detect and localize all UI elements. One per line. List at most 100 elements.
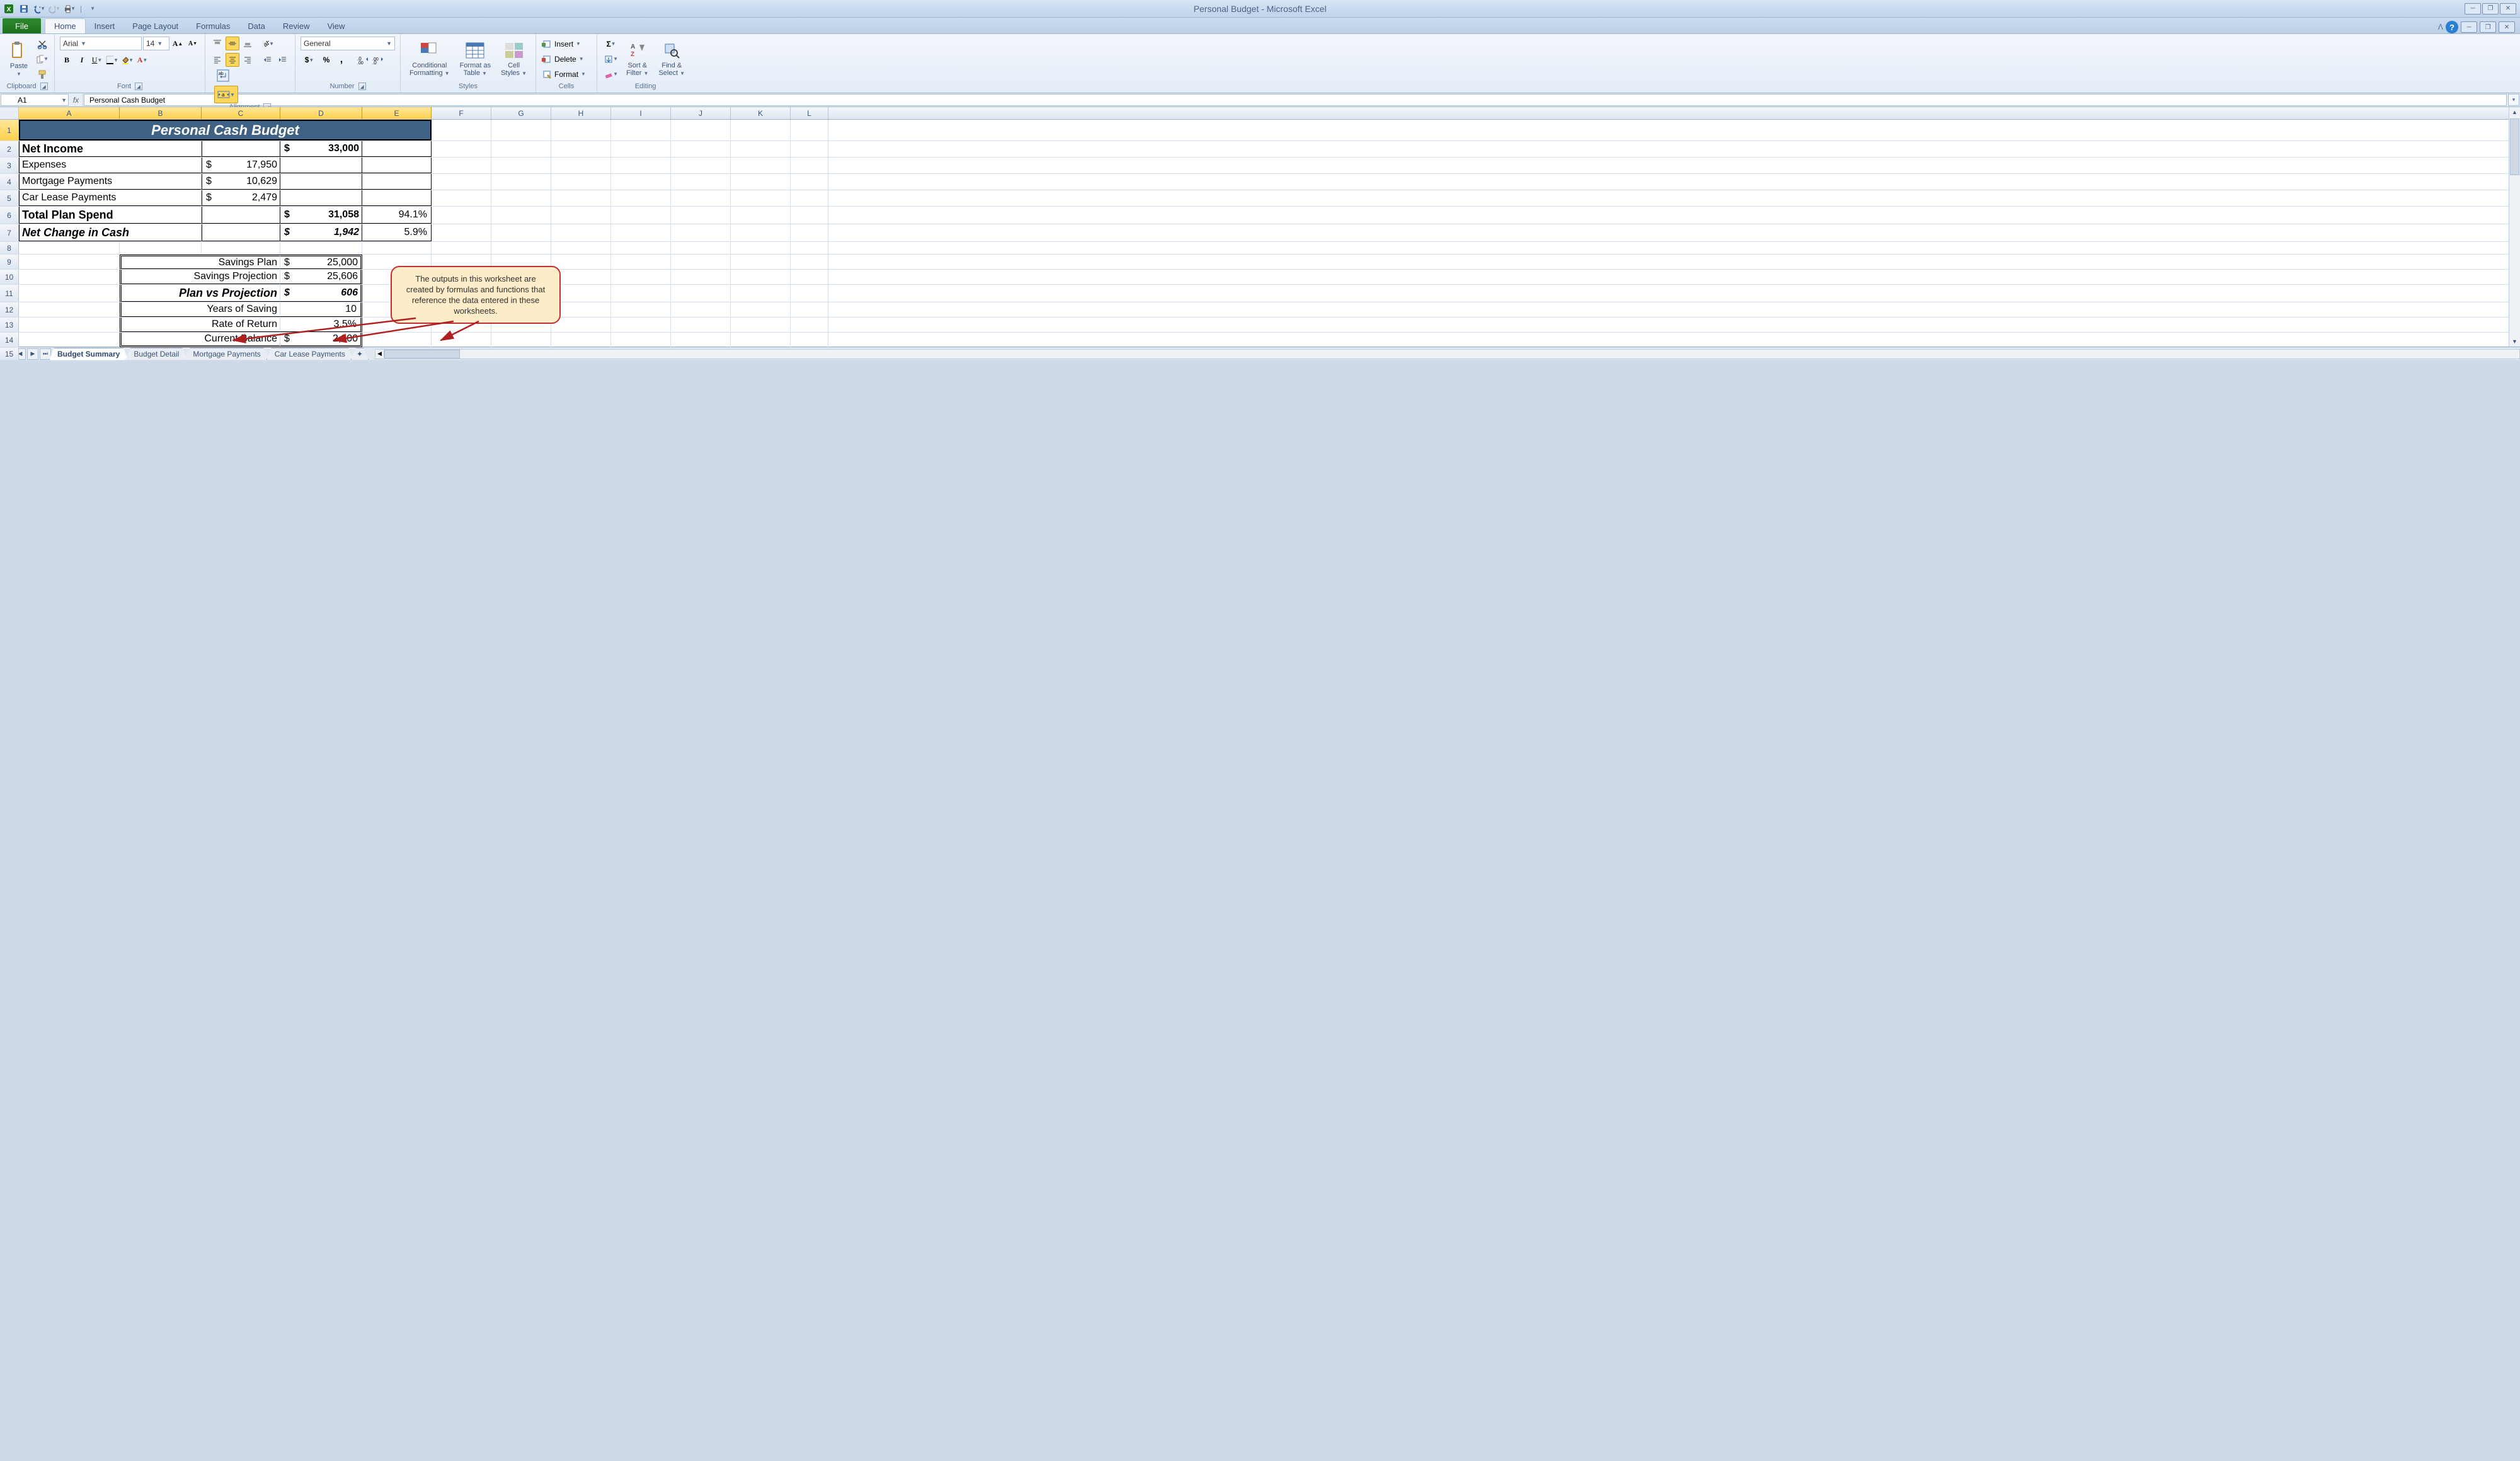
cell[interactable]: Net Income [19,141,202,157]
cell[interactable] [362,270,432,284]
cell[interactable]: Years of Saving [120,302,280,317]
number-launcher[interactable]: ◢ [358,83,366,90]
cell[interactable] [791,255,828,269]
cell[interactable] [611,302,671,317]
cell[interactable] [731,242,791,254]
copy-icon[interactable]: ▼ [35,52,49,66]
cell[interactable] [611,158,671,173]
cell[interactable] [432,242,491,254]
col-header-d[interactable]: D [280,107,362,119]
cell[interactable] [611,207,671,224]
vertical-scrollbar[interactable]: ▲ ▼ [2509,107,2520,347]
row-header-8[interactable]: 8 [0,242,19,254]
cell[interactable] [202,141,280,157]
cell[interactable]: $25,000 [280,255,362,269]
cell[interactable] [611,285,671,302]
cell[interactable] [19,302,120,317]
cell[interactable] [19,242,120,254]
cell[interactable] [551,158,611,173]
decrease-indent-icon[interactable] [261,53,275,67]
cell[interactable] [280,190,362,206]
cell[interactable] [791,242,828,254]
row-header-5[interactable]: 5 [0,190,19,206]
cell[interactable] [611,174,671,190]
cell[interactable]: 10 [280,302,362,317]
cell[interactable] [432,255,491,269]
cell[interactable] [432,270,491,284]
cell[interactable] [280,174,362,190]
cell[interactable] [791,302,828,317]
cell[interactable] [491,270,551,284]
excel-icon[interactable]: X [3,3,15,15]
row-header-14[interactable]: 14 [0,333,19,347]
cell[interactable]: Car Lease Payments [19,190,202,206]
cell[interactable] [491,224,551,241]
bold-button[interactable]: B [60,53,74,67]
wrap-text-button[interactable]: ab [214,67,232,84]
tab-insert[interactable]: Insert [86,18,124,33]
tab-home[interactable]: Home [45,18,86,33]
tab-data[interactable]: Data [239,18,273,33]
cell[interactable] [551,120,611,140]
redo-icon[interactable]: ▼ [48,3,60,15]
qat-customize-icon[interactable]: ▼ [86,3,99,15]
cell[interactable] [19,333,120,347]
cell[interactable] [491,285,551,302]
fill-button[interactable]: ▼ [602,52,620,66]
accounting-format-icon[interactable]: $▼ [301,53,318,67]
cell[interactable]: $25,606 [280,270,362,284]
decrease-decimal-icon[interactable]: .00.0 [371,53,385,67]
cell[interactable] [491,255,551,269]
cell[interactable] [362,242,432,254]
align-center-icon[interactable] [226,53,239,67]
cell[interactable] [362,174,432,190]
cell[interactable] [731,141,791,157]
cell[interactable] [671,302,731,317]
clipboard-launcher[interactable]: ◢ [40,83,48,90]
cell[interactable] [551,285,611,302]
cell[interactable] [491,174,551,190]
cell[interactable] [731,120,791,140]
cell[interactable] [432,190,491,206]
cell[interactable] [791,270,828,284]
row-header-2[interactable]: 2 [0,141,19,157]
cell[interactable] [551,302,611,317]
cell[interactable] [491,190,551,206]
tab-page-layout[interactable]: Page Layout [123,18,187,33]
merge-center-button[interactable]: a▼ [214,86,238,103]
cell[interactable] [432,318,491,332]
cell[interactable] [362,190,432,206]
sheet-tab-budget-detail[interactable]: Budget Detail [125,348,187,360]
cell[interactable]: $31,058 [280,207,362,224]
cell[interactable] [611,333,671,347]
cell[interactable] [491,158,551,173]
sheet-tab-car-lease-payments[interactable]: Car Lease Payments [266,348,353,360]
find-select-button[interactable]: Find & Select ▼ [655,39,689,79]
cell[interactable] [731,174,791,190]
tab-review[interactable]: Review [274,18,319,33]
formula-expand[interactable]: ▾ [2508,94,2519,106]
cell[interactable] [551,190,611,206]
cell[interactable] [432,158,491,173]
cell[interactable]: $1,942 [280,224,362,241]
cell[interactable] [551,318,611,332]
cell[interactable] [671,224,731,241]
cell[interactable] [432,141,491,157]
cell[interactable]: 5.9% [362,224,432,241]
tab-view[interactable]: View [318,18,353,33]
cell[interactable] [551,174,611,190]
cell[interactable] [611,255,671,269]
row-header-7[interactable]: 7 [0,224,19,241]
cell[interactable] [491,302,551,317]
cell[interactable] [120,242,202,254]
conditional-formatting-button[interactable]: Conditional Formatting ▼ [406,39,454,79]
insert-cells-button[interactable]: Insert▼ [541,37,592,51]
select-all-corner[interactable] [0,107,19,119]
cell[interactable] [611,270,671,284]
delete-cells-button[interactable]: Delete▼ [541,52,592,66]
cell[interactable]: Expenses [19,158,202,173]
col-header-j[interactable]: J [671,107,731,119]
save-icon[interactable] [18,3,30,15]
align-right-icon[interactable] [241,53,255,67]
cell[interactable]: Net Change in Cash [19,224,202,241]
